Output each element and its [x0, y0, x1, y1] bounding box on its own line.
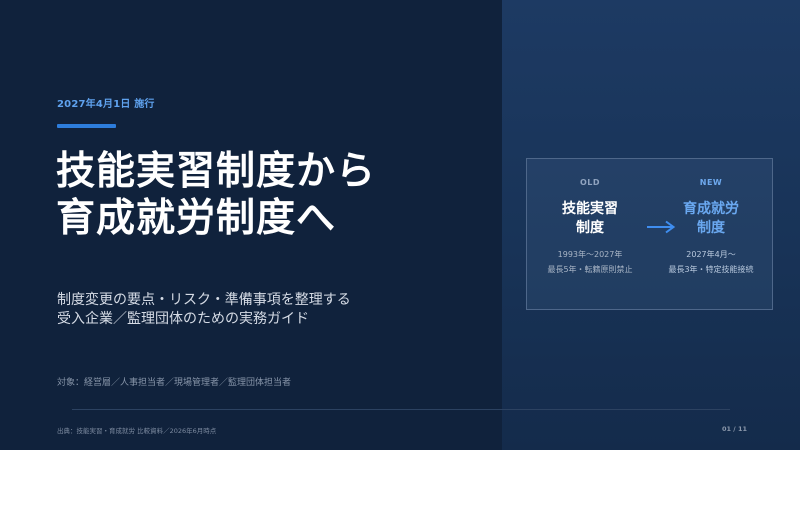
subtitle-line: 受入企業／監理団体のための実務ガイド [57, 311, 309, 327]
new-tag: NEW [699, 178, 723, 187]
title-slide: 2027年4月1日 施行 技能実習制度から 育成就労制度へ 制度変更の要点・リス… [0, 0, 800, 450]
source-note: 出典：技能実習・育成就労 比較資料／2026年6月時点 [57, 427, 217, 435]
old-system-name: 技能実習 制度 [535, 200, 645, 238]
new-system-rule: 最長3年・特定技能接続 [668, 265, 754, 274]
slide-subtitle: 制度変更の要点・リスク・準備事項を整理する 受入企業／監理団体のための実務ガイド [57, 291, 351, 329]
old-system-name-line: 技能実習 [562, 201, 618, 217]
old-system-period: 1993年〜2027年 [557, 250, 623, 259]
new-system-name-line: 育成就労 [683, 201, 739, 217]
title-line: 技能実習制度から [56, 149, 377, 194]
subtitle-line: 制度変更の要点・リスク・準備事項を整理する [57, 292, 351, 308]
accent-bar [57, 124, 116, 128]
footer-divider [72, 409, 730, 410]
new-system-name-line: 制度 [697, 220, 725, 236]
page-number: 01 / 11 [722, 425, 747, 433]
effective-date-label: 2027年4月1日 施行 [57, 99, 155, 110]
new-system-period: 2027年4月〜 [686, 250, 736, 259]
old-system-name-line: 制度 [576, 220, 604, 236]
old-tag: OLD [579, 178, 601, 187]
system-comparison-card: OLD 技能実習 制度 1993年〜2027年 最長5年・転籍原則禁止 NEW … [526, 158, 773, 310]
old-system-rule: 最長5年・転籍原則禁止 [547, 265, 633, 274]
slide-title: 技能実習制度から 育成就労制度へ [56, 148, 376, 242]
title-line: 育成就労制度へ [56, 196, 337, 241]
target-audience: 対象：経営層／人事担当者／現場管理者／監理団体担当者 [57, 378, 292, 388]
new-system-name: 育成就労 制度 [656, 200, 766, 238]
